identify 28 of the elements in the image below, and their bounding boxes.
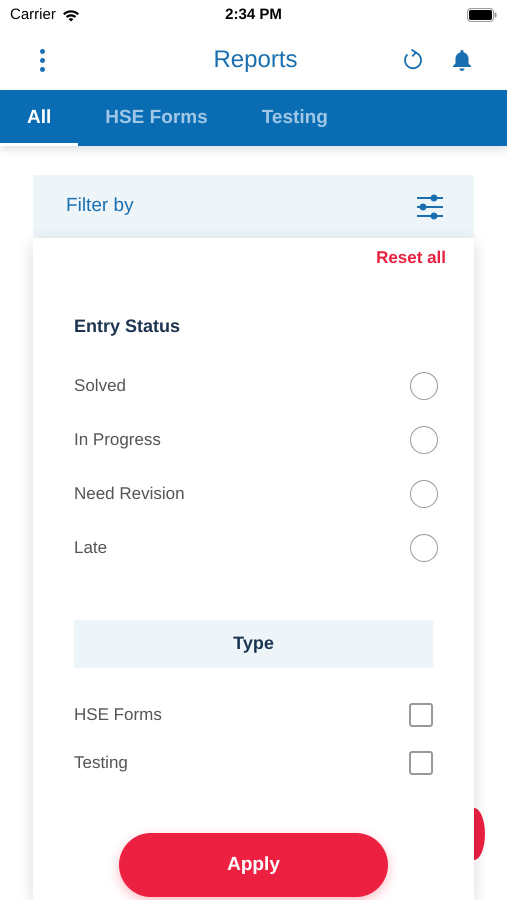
wifi-icon [62, 8, 80, 22]
apply-button[interactable]: Apply [119, 833, 388, 897]
radio-button[interactable] [410, 480, 438, 508]
page-title: Reports [213, 45, 298, 75]
radio-button[interactable] [410, 372, 438, 400]
checkbox[interactable] [409, 702, 433, 726]
status-time: 2:34 PM [225, 4, 282, 25]
notification-bell-icon[interactable] [450, 48, 473, 72]
status-option-label: Need Revision [74, 482, 185, 505]
type-option-label: Testing [74, 752, 128, 774]
status-option-label: In Progress [74, 428, 161, 451]
reset-all-link[interactable]: Reset all [376, 245, 446, 270]
floating-button[interactable] [474, 808, 485, 860]
section-heading: Entry Status [74, 314, 180, 338]
radio-button[interactable] [410, 534, 438, 562]
section-heading: Type [233, 632, 274, 655]
carrier-name: Carrier [10, 4, 56, 25]
battery-icon [466, 8, 497, 22]
filter-sliders-icon[interactable] [416, 194, 444, 220]
tab[interactable]: All [0, 90, 78, 146]
checkbox[interactable] [409, 750, 433, 774]
radio-button[interactable] [410, 426, 438, 454]
status-option-label: Solved [74, 374, 126, 397]
filter-title: Filter by [66, 194, 134, 218]
status-option-label: Late [74, 536, 108, 559]
type-option-label: HSE Forms [74, 704, 162, 726]
tab[interactable]: Testing [234, 90, 355, 146]
tab[interactable]: HSE Forms [78, 90, 235, 146]
